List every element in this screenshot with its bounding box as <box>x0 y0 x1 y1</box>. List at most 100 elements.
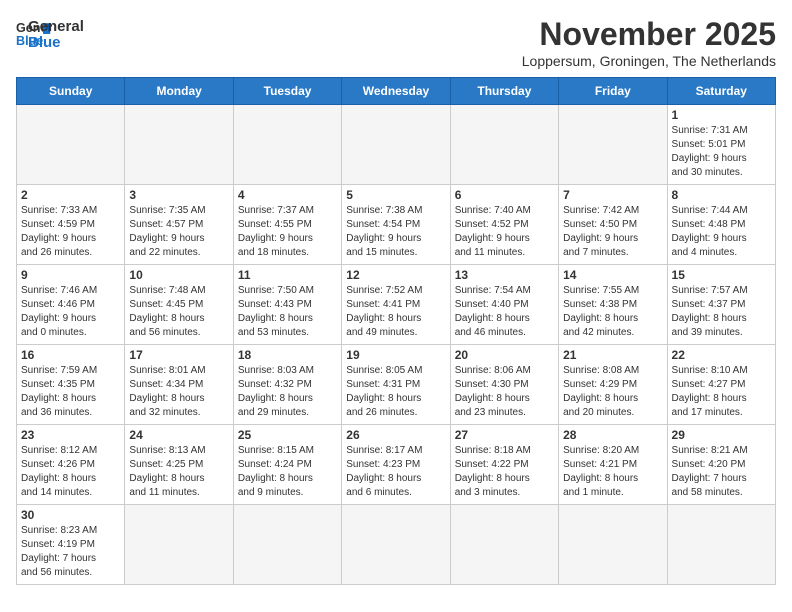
calendar-day-cell: 14 Sunrise: 7:55 AM Sunset: 4:38 PM Dayli… <box>559 265 667 345</box>
calendar-week-row: 16Sunrise: 7:59 AM Sunset: 4:35 PM Dayli… <box>17 345 776 425</box>
calendar-day-cell <box>342 505 450 585</box>
calendar-table: SundayMondayTuesdayWednesdayThursdayFrid… <box>16 77 776 585</box>
calendar-day-cell <box>17 105 125 185</box>
calendar-day-cell <box>559 105 667 185</box>
day-info: Sunrise: 7:55 AM Sunset: 4:38 PM Dayligh… <box>563 284 662 340</box>
calendar-day-cell <box>233 505 341 585</box>
day-number: 4 <box>238 188 337 202</box>
calendar-day-cell: 15Sunrise: 7:57 AM Sunset: 4:37 PM Dayli… <box>667 265 775 345</box>
weekday-header-thursday: Thursday <box>450 78 558 105</box>
day-number: 1 <box>672 108 771 122</box>
day-info: Sunrise: 7:50 AM Sunset: 4:43 PM Dayligh… <box>238 284 337 340</box>
day-info: Sunrise: 7:46 AM Sunset: 4:46 PM Dayligh… <box>21 284 120 340</box>
day-info: Sunrise: 8:13 AM Sunset: 4:25 PM Dayligh… <box>129 444 228 500</box>
calendar-day-cell <box>125 105 233 185</box>
day-info: Sunrise: 7:52 AM Sunset: 4:41 PM Dayligh… <box>346 284 445 340</box>
calendar-day-cell: 29Sunrise: 8:21 AM Sunset: 4:20 PM Dayli… <box>667 425 775 505</box>
weekday-header-monday: Monday <box>125 78 233 105</box>
day-number: 30 <box>21 508 120 522</box>
month-title: November 2025 <box>522 16 776 53</box>
calendar-day-cell <box>233 105 341 185</box>
calendar-day-cell: 16Sunrise: 7:59 AM Sunset: 4:35 PM Dayli… <box>17 345 125 425</box>
calendar-day-cell: 10Sunrise: 7:48 AM Sunset: 4:45 PM Dayli… <box>125 265 233 345</box>
day-number: 5 <box>346 188 445 202</box>
location-subtitle: Loppersum, Groningen, The Netherlands <box>522 53 776 69</box>
day-info: Sunrise: 7:40 AM Sunset: 4:52 PM Dayligh… <box>455 204 554 260</box>
day-info: Sunrise: 7:35 AM Sunset: 4:57 PM Dayligh… <box>129 204 228 260</box>
day-info: Sunrise: 8:03 AM Sunset: 4:32 PM Dayligh… <box>238 364 337 420</box>
day-number: 17 <box>129 348 228 362</box>
calendar-week-row: 23 Sunrise: 8:12 AM Sunset: 4:26 PM Dayli… <box>17 425 776 505</box>
day-number: 13 <box>455 268 554 282</box>
calendar-day-cell: 27 Sunrise: 8:18 AM Sunset: 4:22 PM Dayli… <box>450 425 558 505</box>
calendar-day-cell: 17 Sunrise: 8:01 AM Sunset: 4:34 PM Dayli… <box>125 345 233 425</box>
day-info: Sunrise: 7:59 AM Sunset: 4:35 PM Dayligh… <box>21 364 120 420</box>
day-number: 20 <box>455 348 554 362</box>
weekday-header-row: SundayMondayTuesdayWednesdayThursdayFrid… <box>17 78 776 105</box>
weekday-header-sunday: Sunday <box>17 78 125 105</box>
day-info: Sunrise: 8:23 AM Sunset: 4:19 PM Dayligh… <box>21 524 120 580</box>
page-header: General Blue General Blue November 2025 … <box>16 16 776 69</box>
calendar-day-cell: 26 Sunrise: 8:17 AM Sunset: 4:23 PM Dayli… <box>342 425 450 505</box>
day-number: 23 <box>21 428 120 442</box>
calendar-day-cell: 23 Sunrise: 8:12 AM Sunset: 4:26 PM Dayli… <box>17 425 125 505</box>
day-number: 7 <box>563 188 662 202</box>
day-number: 12 <box>346 268 445 282</box>
day-number: 11 <box>238 268 337 282</box>
day-number: 21 <box>563 348 662 362</box>
calendar-day-cell: 18 Sunrise: 8:03 AM Sunset: 4:32 PM Dayli… <box>233 345 341 425</box>
day-info: Sunrise: 8:01 AM Sunset: 4:34 PM Dayligh… <box>129 364 228 420</box>
day-number: 18 <box>238 348 337 362</box>
logo-blue: Blue <box>28 35 84 52</box>
logo: General Blue General Blue <box>16 16 84 52</box>
day-info: Sunrise: 8:15 AM Sunset: 4:24 PM Dayligh… <box>238 444 337 500</box>
calendar-day-cell <box>667 505 775 585</box>
calendar-day-cell: 21 Sunrise: 8:08 AM Sunset: 4:29 PM Dayli… <box>559 345 667 425</box>
day-number: 27 <box>455 428 554 442</box>
calendar-day-cell: 3 Sunrise: 7:35 AM Sunset: 4:57 PM Daylig… <box>125 185 233 265</box>
calendar-week-row: 30 Sunrise: 8:23 AM Sunset: 4:19 PM Dayli… <box>17 505 776 585</box>
day-info: Sunrise: 7:31 AM Sunset: 5:01 PM Dayligh… <box>672 124 771 180</box>
calendar-day-cell: 20 Sunrise: 8:06 AM Sunset: 4:30 PM Dayli… <box>450 345 558 425</box>
calendar-day-cell: 8 Sunrise: 7:44 AM Sunset: 4:48 PM Daylig… <box>667 185 775 265</box>
weekday-header-wednesday: Wednesday <box>342 78 450 105</box>
day-number: 3 <box>129 188 228 202</box>
calendar-day-cell <box>125 505 233 585</box>
calendar-day-cell <box>450 505 558 585</box>
day-info: Sunrise: 8:08 AM Sunset: 4:29 PM Dayligh… <box>563 364 662 420</box>
calendar-day-cell: 12 Sunrise: 7:52 AM Sunset: 4:41 PM Dayli… <box>342 265 450 345</box>
day-info: Sunrise: 8:12 AM Sunset: 4:26 PM Dayligh… <box>21 444 120 500</box>
day-info: Sunrise: 8:20 AM Sunset: 4:21 PM Dayligh… <box>563 444 662 500</box>
day-info: Sunrise: 8:18 AM Sunset: 4:22 PM Dayligh… <box>455 444 554 500</box>
calendar-day-cell: 2 Sunrise: 7:33 AM Sunset: 4:59 PM Daylig… <box>17 185 125 265</box>
calendar-week-row: 2 Sunrise: 7:33 AM Sunset: 4:59 PM Daylig… <box>17 185 776 265</box>
title-block: November 2025 Loppersum, Groningen, The … <box>522 16 776 69</box>
day-number: 15 <box>672 268 771 282</box>
calendar-week-row: 1 Sunrise: 7:31 AM Sunset: 5:01 PM Daylig… <box>17 105 776 185</box>
day-number: 26 <box>346 428 445 442</box>
day-info: Sunrise: 7:54 AM Sunset: 4:40 PM Dayligh… <box>455 284 554 340</box>
day-info: Sunrise: 7:37 AM Sunset: 4:55 PM Dayligh… <box>238 204 337 260</box>
day-info: Sunrise: 7:33 AM Sunset: 4:59 PM Dayligh… <box>21 204 120 260</box>
day-number: 8 <box>672 188 771 202</box>
day-info: Sunrise: 8:17 AM Sunset: 4:23 PM Dayligh… <box>346 444 445 500</box>
calendar-day-cell: 7Sunrise: 7:42 AM Sunset: 4:50 PM Daylig… <box>559 185 667 265</box>
day-number: 2 <box>21 188 120 202</box>
day-info: Sunrise: 8:06 AM Sunset: 4:30 PM Dayligh… <box>455 364 554 420</box>
day-number: 14 <box>563 268 662 282</box>
day-info: Sunrise: 8:10 AM Sunset: 4:27 PM Dayligh… <box>672 364 771 420</box>
calendar-day-cell: 1 Sunrise: 7:31 AM Sunset: 5:01 PM Daylig… <box>667 105 775 185</box>
day-number: 19 <box>346 348 445 362</box>
calendar-day-cell: 28 Sunrise: 8:20 AM Sunset: 4:21 PM Dayli… <box>559 425 667 505</box>
calendar-day-cell: 11 Sunrise: 7:50 AM Sunset: 4:43 PM Dayli… <box>233 265 341 345</box>
calendar-day-cell: 5Sunrise: 7:38 AM Sunset: 4:54 PM Daylig… <box>342 185 450 265</box>
day-info: Sunrise: 7:44 AM Sunset: 4:48 PM Dayligh… <box>672 204 771 260</box>
calendar-day-cell: 9 Sunrise: 7:46 AM Sunset: 4:46 PM Daylig… <box>17 265 125 345</box>
day-info: Sunrise: 8:21 AM Sunset: 4:20 PM Dayligh… <box>672 444 771 500</box>
calendar-day-cell: 22Sunrise: 8:10 AM Sunset: 4:27 PM Dayli… <box>667 345 775 425</box>
calendar-day-cell <box>342 105 450 185</box>
day-number: 9 <box>21 268 120 282</box>
day-number: 10 <box>129 268 228 282</box>
calendar-day-cell: 4 Sunrise: 7:37 AM Sunset: 4:55 PM Daylig… <box>233 185 341 265</box>
day-number: 28 <box>563 428 662 442</box>
